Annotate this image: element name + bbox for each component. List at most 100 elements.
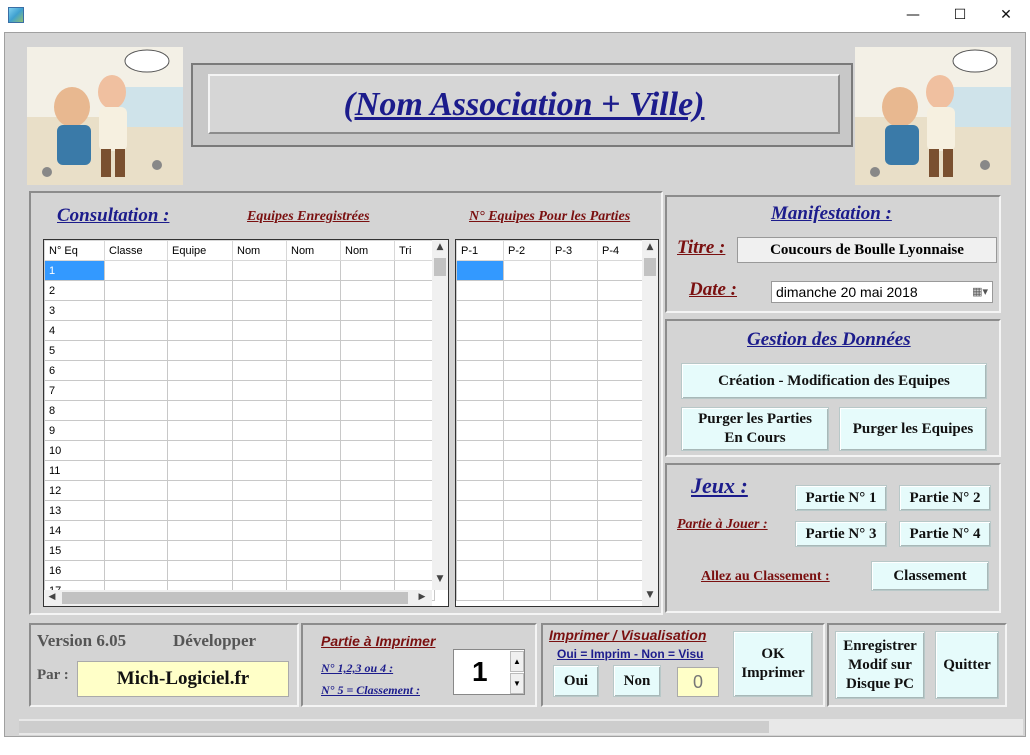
table-cell[interactable] [104,360,168,381]
table-cell[interactable] [597,500,645,521]
parties-column-header[interactable]: P-1 [456,240,504,261]
calendar-dropdown-icon[interactable]: ▦▾ [972,282,988,302]
table-row[interactable] [456,540,645,561]
table-cell[interactable] [232,500,287,521]
table-cell[interactable] [340,480,395,501]
maximize-button[interactable]: ☐ [937,0,983,30]
table-row[interactable]: 6 [44,360,435,381]
table-cell[interactable] [456,260,504,281]
table-cell[interactable] [456,320,504,341]
table-cell[interactable] [340,540,395,561]
table-cell[interactable] [286,540,341,561]
table-cell[interactable] [503,340,551,361]
table-cell[interactable] [503,420,551,441]
table-cell[interactable] [550,480,598,501]
teams-vertical-scrollbar[interactable]: ▲ ▼ [432,240,448,590]
purger-equipes-button[interactable]: Purger les Equipes [839,407,987,451]
table-cell[interactable] [597,380,645,401]
team-number-cell[interactable]: 5 [44,340,105,361]
table-cell[interactable] [456,500,504,521]
team-number-cell[interactable]: 2 [44,280,105,301]
table-cell[interactable] [394,360,435,381]
table-cell[interactable] [167,380,233,401]
table-cell[interactable] [104,460,168,481]
teams-grid[interactable]: N° Eq Classe Equipe Nom Nom Nom Tri 1234567891… [43,239,449,607]
scroll-thumb[interactable] [434,258,446,276]
table-cell[interactable] [550,420,598,441]
table-cell[interactable] [597,300,645,321]
table-cell[interactable] [104,380,168,401]
table-cell[interactable] [286,280,341,301]
partie-3-button[interactable]: Partie N° 3 [795,521,887,547]
table-cell[interactable] [456,580,504,601]
table-cell[interactable] [503,540,551,561]
table-cell[interactable] [597,340,645,361]
table-row[interactable] [456,480,645,501]
table-cell[interactable] [456,400,504,421]
table-cell[interactable] [456,440,504,461]
table-row[interactable] [456,260,645,281]
table-cell[interactable] [597,420,645,441]
table-cell[interactable] [597,280,645,301]
print-number-spinner[interactable]: 1 ▲ ▼ [453,649,525,695]
team-number-cell[interactable]: 9 [44,420,105,441]
table-cell[interactable] [456,460,504,481]
parties-column-header[interactable]: P-3 [550,240,598,261]
table-cell[interactable] [597,540,645,561]
table-cell[interactable] [167,560,233,581]
table-cell[interactable] [503,360,551,381]
table-cell[interactable] [232,280,287,301]
team-number-cell[interactable]: 11 [44,460,105,481]
table-cell[interactable] [232,540,287,561]
table-row[interactable] [456,440,645,461]
table-cell[interactable] [286,400,341,421]
table-cell[interactable] [167,460,233,481]
table-cell[interactable] [286,460,341,481]
table-cell[interactable] [394,460,435,481]
parties-column-header[interactable]: P-2 [503,240,551,261]
partie-2-button[interactable]: Partie N° 2 [899,485,991,511]
table-cell[interactable] [394,500,435,521]
table-cell[interactable] [232,440,287,461]
table-cell[interactable] [232,400,287,421]
table-cell[interactable] [503,280,551,301]
table-cell[interactable] [597,460,645,481]
table-row[interactable] [456,520,645,541]
spinner-down-arrow-icon[interactable]: ▼ [510,673,524,694]
scroll-right-arrow-icon[interactable]: ▶ [414,592,430,602]
table-cell[interactable] [394,480,435,501]
partie-1-button[interactable]: Partie N° 1 [795,485,887,511]
table-row[interactable]: 15 [44,540,435,561]
team-number-cell[interactable]: 8 [44,400,105,421]
teams-column-header[interactable]: Nom [232,240,287,261]
table-cell[interactable] [340,460,395,481]
table-row[interactable] [456,360,645,381]
table-cell[interactable] [503,400,551,421]
table-cell[interactable] [340,560,395,581]
table-row[interactable]: 13 [44,500,435,521]
table-cell[interactable] [550,260,598,281]
table-row[interactable] [456,400,645,421]
table-cell[interactable] [167,320,233,341]
table-cell[interactable] [456,340,504,361]
table-row[interactable]: 11 [44,460,435,481]
close-button[interactable]: ✕ [983,0,1029,30]
teams-horizontal-scrollbar[interactable]: ◀ ▶ [44,590,432,606]
table-cell[interactable] [456,360,504,381]
creation-modification-button[interactable]: Création - Modification des Equipes [681,363,987,399]
purger-parties-button[interactable]: Purger les Parties En Cours [681,407,829,451]
parties-grid[interactable]: P-1 P-2 P-3 P-4 ▲ ▼ [455,239,659,607]
table-cell[interactable] [232,560,287,581]
oui-button[interactable]: Oui [553,665,599,697]
team-number-cell[interactable]: 16 [44,560,105,581]
table-cell[interactable] [456,420,504,441]
table-cell[interactable] [232,340,287,361]
table-cell[interactable] [340,400,395,421]
table-cell[interactable] [167,440,233,461]
table-cell[interactable] [104,500,168,521]
table-row[interactable]: 4 [44,320,435,341]
table-cell[interactable] [232,320,287,341]
spinner-up-arrow-icon[interactable]: ▲ [510,651,524,672]
table-cell[interactable] [456,380,504,401]
table-cell[interactable] [340,520,395,541]
